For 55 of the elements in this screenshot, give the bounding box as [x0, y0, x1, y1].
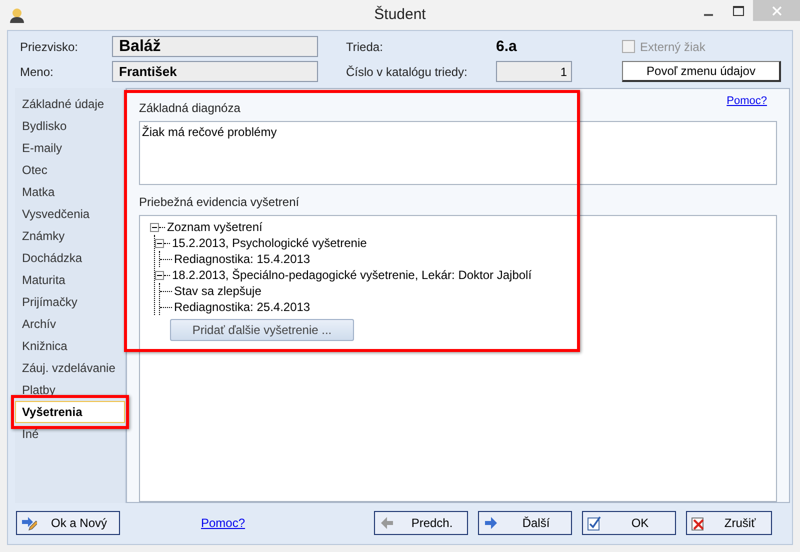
window-title: Študent	[374, 6, 426, 23]
sidebar-item[interactable]: Archív	[15, 313, 125, 335]
check-pencil-icon	[587, 515, 603, 531]
tree-item[interactable]: Zoznam vyšetrení	[167, 220, 262, 234]
field-label: Priezvisko:	[20, 40, 80, 54]
sidebar-item[interactable]: E-maily	[15, 137, 125, 159]
first-name-field[interactable]: František	[112, 61, 318, 82]
tree-item[interactable]: 18.2.2013, Špeciálno-pedagogické vyšetrenie, Lekár: Doktor Jajbolí	[172, 268, 532, 282]
close-icon	[772, 6, 782, 16]
sidebar-item[interactable]: Iné	[15, 423, 125, 445]
section-label: Základná diagnóza	[139, 101, 242, 115]
previous-button[interactable]: Predch.	[374, 511, 468, 535]
tree-item[interactable]: 15.2.2013, Psychologické vyšetrenie	[172, 236, 367, 250]
next-button[interactable]: Ďalší	[478, 511, 572, 535]
collapse-icon[interactable]	[155, 270, 164, 280]
field-label: Trieda:	[346, 40, 384, 54]
sidebar-item[interactable]: Prijímačky	[15, 291, 125, 313]
surname-field[interactable]: Baláž	[112, 36, 318, 57]
tree-item[interactable]: Rediagnostika: 25.4.2013	[174, 300, 310, 314]
ok-button[interactable]: OK	[582, 511, 676, 535]
sidebar-item[interactable]: Platby	[15, 379, 125, 401]
diagnosis-field[interactable]: Žiak má rečové problémy	[139, 121, 777, 185]
collapse-icon[interactable]	[155, 238, 164, 248]
tree-item[interactable]: Stav sa zlepšuje	[174, 284, 262, 298]
cancel-button[interactable]: Zrušiť	[686, 511, 772, 535]
ok-and-new-button[interactable]: Ok a Nový	[16, 511, 120, 535]
sidebar-item[interactable]: Známky	[15, 225, 125, 247]
sidebar-item[interactable]: Vysvedčenia	[15, 203, 125, 225]
sidebar-item[interactable]: Vyšetrenia	[15, 401, 125, 423]
sidebar-item[interactable]: Základné údaje	[15, 93, 125, 115]
sidebar-item[interactable]: Maturita	[15, 269, 125, 291]
help-link[interactable]: Pomoc?	[726, 95, 767, 107]
right-arrow-icon	[483, 515, 499, 531]
collapse-icon[interactable]	[150, 222, 159, 232]
maximize-icon	[732, 6, 744, 16]
sidebar-item[interactable]: Záuj. vzdelávanie	[15, 357, 125, 379]
add-exam-button[interactable]: Pridať ďalšie vyšetrenie ...	[170, 319, 354, 341]
sidebar-item[interactable]: Matka	[15, 181, 125, 203]
minimize-icon	[704, 14, 712, 16]
cancel-icon	[691, 515, 707, 531]
user-icon	[9, 7, 25, 23]
field-label: Meno:	[20, 64, 54, 78]
sidebar-item[interactable]: Bydlisko	[15, 115, 125, 137]
left-arrow-icon	[379, 515, 395, 531]
class-value: 6.a	[496, 38, 518, 55]
catalog-number-field[interactable]: 1	[496, 61, 572, 82]
tree-item[interactable]: Rediagnostika: 15.4.2013	[174, 252, 310, 266]
help-link[interactable]: Pomoc?	[201, 516, 246, 530]
unlock-edit-button[interactable]: Povoľ zmenu údajov	[622, 61, 781, 82]
pencil-arrow-icon	[21, 515, 37, 531]
sidebar-item[interactable]: Knižnica	[15, 335, 125, 357]
sidebar-item[interactable]: Otec	[15, 159, 125, 181]
sidebar-item[interactable]: Dochádzka	[15, 247, 125, 269]
section-label: Priebežná evidencia vyšetrení	[139, 195, 300, 209]
field-label: Číslo v katalógu triedy:	[346, 64, 468, 78]
